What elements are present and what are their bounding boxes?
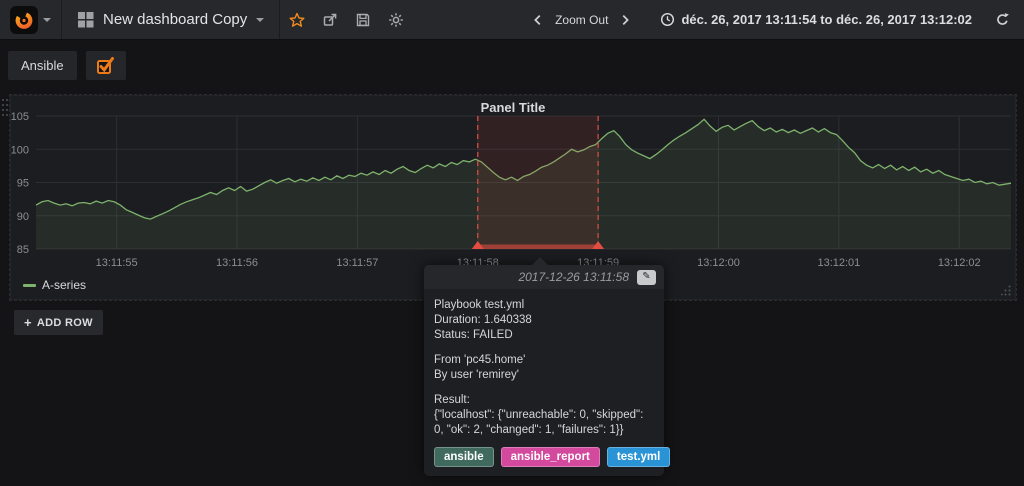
tooltip-arrow <box>532 257 548 265</box>
share-dashboard-button[interactable] <box>313 0 346 40</box>
annotation-tooltip: 2017-12-26 13:11:58 ✎ Playbook test.yml … <box>424 265 664 476</box>
add-row-button[interactable]: + ADD ROW <box>14 310 103 335</box>
tag-ansible: ansible <box>434 447 494 467</box>
star-icon <box>289 12 305 28</box>
svg-text:90: 90 <box>17 211 29 223</box>
settings-button[interactable] <box>379 0 412 40</box>
chevron-left-icon <box>531 13 545 27</box>
tooltip-tags: ansible ansible_report test.yml <box>424 442 664 476</box>
tag-test-yml: test.yml <box>607 447 670 467</box>
tooltip-line <box>434 383 654 393</box>
dashboard-title: New dashboard Copy <box>103 11 247 28</box>
time-range-label: déc. 26, 2017 13:11:54 to déc. 26, 2017 … <box>681 12 972 27</box>
tooltip-line: Status: FAILED <box>434 328 654 343</box>
refresh-icon <box>995 12 1010 27</box>
dashboard-title-dropdown[interactable]: New dashboard Copy <box>62 0 280 39</box>
edit-annotation-button[interactable]: ✎ <box>637 270 656 285</box>
grafana-logo-icon <box>10 6 38 34</box>
svg-text:95: 95 <box>17 178 29 190</box>
checkbox-checked-icon <box>96 56 116 75</box>
panel-title[interactable]: Panel Title <box>11 96 1015 117</box>
star-dashboard-button[interactable] <box>280 0 313 40</box>
time-range-picker[interactable]: déc. 26, 2017 13:11:54 to déc. 26, 2017 … <box>660 12 972 27</box>
clock-icon <box>660 12 675 27</box>
annotation-region[interactable] <box>472 116 604 249</box>
panel-resize-handle[interactable] <box>1001 285 1012 296</box>
tooltip-line: {"localhost": {"unreachable": 0, "skippe… <box>434 408 654 438</box>
svg-text:13:12:01: 13:12:01 <box>817 257 860 269</box>
tooltip-body: Playbook test.yml Duration: 1.640338 Sta… <box>424 289 664 442</box>
save-dashboard-button[interactable] <box>346 0 379 40</box>
tooltip-line: Playbook test.yml <box>434 298 654 313</box>
tooltip-header: 2017-12-26 13:11:58 ✎ <box>424 265 664 289</box>
save-icon <box>355 12 371 28</box>
add-row-label: ADD ROW <box>37 317 93 329</box>
chevron-down-icon <box>256 18 264 22</box>
svg-text:13:11:55: 13:11:55 <box>96 257 138 269</box>
svg-text:13:12:02: 13:12:02 <box>938 257 981 269</box>
grafana-menu-button[interactable] <box>0 0 62 39</box>
legend-item-a-series[interactable]: A-series <box>23 278 86 292</box>
chevron-right-icon <box>618 13 632 27</box>
legend-swatch <box>23 284 36 287</box>
svg-text:85: 85 <box>17 244 29 256</box>
time-shift-left-button[interactable] <box>525 0 551 40</box>
zoom-out-button[interactable]: Zoom Out <box>551 13 612 27</box>
tooltip-line <box>434 343 654 353</box>
svg-text:100: 100 <box>11 144 29 156</box>
svg-text:13:11:56: 13:11:56 <box>216 257 258 269</box>
timeseries-chart[interactable]: 85909510010513:11:5513:11:5613:11:5713:1… <box>11 96 1017 276</box>
chevron-down-icon <box>43 18 51 22</box>
gear-icon <box>388 12 404 28</box>
annotation-toggle-checkbox[interactable] <box>86 51 126 80</box>
legend-label: A-series <box>42 278 86 292</box>
pencil-icon: ✎ <box>642 272 650 282</box>
svg-text:13:11:57: 13:11:57 <box>336 257 378 269</box>
dashboard-grid-icon <box>77 11 94 28</box>
tooltip-timestamp: 2017-12-26 13:11:58 <box>518 270 629 284</box>
refresh-button[interactable] <box>988 0 1016 40</box>
tooltip-line: Duration: 1.640338 <box>434 313 654 328</box>
tooltip-line: From 'pc45.home' <box>434 353 654 368</box>
dashboard-submenu: Ansible <box>8 51 1024 80</box>
row-drag-handle[interactable] <box>1 98 9 116</box>
share-icon <box>322 12 338 28</box>
tooltip-line: By user 'remirey' <box>434 368 654 383</box>
tag-ansible-report: ansible_report <box>501 447 600 467</box>
annotation-label: Ansible <box>8 51 77 80</box>
plus-icon: + <box>24 315 32 330</box>
time-shift-right-button[interactable] <box>612 0 638 40</box>
navbar: New dashboard Copy <box>0 0 1024 40</box>
svg-text:13:12:00: 13:12:00 <box>697 257 740 269</box>
tooltip-line: Result: <box>434 393 654 408</box>
